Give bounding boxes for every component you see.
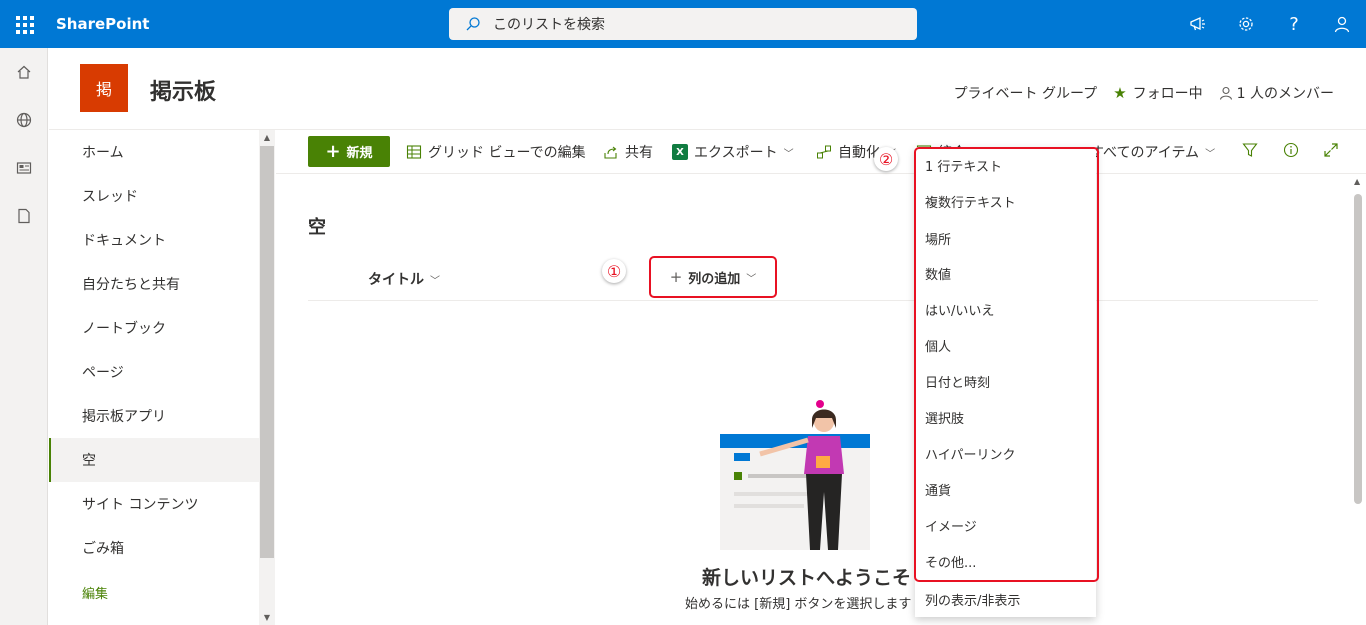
welcome-title: 新しいリストへようこそ <box>702 567 912 589</box>
brand-name[interactable]: SharePoint <box>56 15 149 33</box>
privacy-label: プライベート グループ <box>953 86 1098 102</box>
nav-item-board-app[interactable]: 掲示板アプリ <box>49 394 259 438</box>
news-icon[interactable] <box>0 144 48 192</box>
plus-icon: + <box>669 268 683 286</box>
info-icon[interactable] <box>1283 142 1299 162</box>
left-navigation: ホーム スレッド ドキュメント 自分たちと共有 ノートブック ページ 掲示板アプ… <box>49 130 259 625</box>
title-column-header[interactable]: タイトル ﹀ <box>368 269 440 289</box>
menu-item-image[interactable]: イメージ <box>925 513 977 537</box>
new-button[interactable]: + 新規 <box>308 136 390 167</box>
nav-item-shared-with-us[interactable]: 自分たちと共有 <box>49 262 259 306</box>
flow-icon <box>817 145 831 159</box>
menu-item-yes-no[interactable]: はい/いいえ <box>925 297 994 321</box>
nav-item-notebook[interactable]: ノートブック <box>49 306 259 350</box>
search-box[interactable]: このリストを検索 <box>449 8 917 40</box>
menu-item-show-hide-columns[interactable]: 列の表示/非表示 <box>925 587 1020 611</box>
excel-icon: X <box>672 144 688 160</box>
chevron-down-icon: ﹀ <box>430 275 440 287</box>
help-icon[interactable]: ? <box>1270 0 1318 48</box>
scrollbar-thumb[interactable] <box>260 146 274 558</box>
nav-item-site-contents[interactable]: サイト コンテンツ <box>49 482 259 526</box>
menu-item-date-time[interactable]: 日付と時刻 <box>925 369 990 393</box>
nav-item-documents[interactable]: ドキュメント <box>49 218 259 262</box>
document-icon[interactable] <box>0 192 48 240</box>
menu-item-currency[interactable]: 通貨 <box>925 477 951 501</box>
grid-edit-button[interactable]: グリッド ビューでの編集 <box>406 142 586 162</box>
search-input[interactable]: このリストを検索 <box>493 14 605 34</box>
chevron-down-icon: ﹀ <box>746 273 757 285</box>
chevron-down-icon: ﹀ <box>783 148 794 160</box>
members-button[interactable]: 1 人のメンバー <box>1219 83 1334 103</box>
menu-item-hyperlink[interactable]: ハイパーリンク <box>925 441 1015 465</box>
empty-list-illustration <box>720 400 870 550</box>
menu-item-single-line-text[interactable]: 1 行テキスト <box>925 153 1002 177</box>
site-title[interactable]: 掲示板 <box>150 74 216 106</box>
scroll-down-icon[interactable]: ▼ <box>263 613 271 622</box>
account-icon[interactable] <box>1318 0 1366 48</box>
nav-edit-link[interactable]: 編集 <box>49 570 259 614</box>
search-icon <box>466 17 480 31</box>
callout-one: ① <box>602 259 626 283</box>
site-header: 掲 掲示板 プライベート グループ ★ フォロー中 1 人のメンバー <box>49 48 1366 130</box>
callout-two: ② <box>874 147 898 171</box>
main-scrollbar[interactable]: ▲ <box>1350 174 1366 625</box>
star-icon: ★ <box>1113 84 1127 102</box>
nav-item-home[interactable]: ホーム <box>49 130 259 174</box>
add-column-menu: 1 行テキスト 複数行テキスト 場所 数値 はい/いいえ 個人 日付と時刻 選択… <box>915 147 1096 617</box>
menu-item-multi-line-text[interactable]: 複数行テキスト <box>925 189 1016 213</box>
menu-item-person[interactable]: 個人 <box>925 333 951 357</box>
welcome-subtitle: 始めるには [新規] ボタンを選択します <box>685 597 912 612</box>
grid-icon <box>406 145 422 159</box>
menu-item-more[interactable]: その他... <box>925 549 976 573</box>
share-icon <box>604 146 617 159</box>
plus-icon: + <box>325 140 341 162</box>
follow-label: フォロー中 <box>1132 86 1203 102</box>
follow-button[interactable]: ★ フォロー中 <box>1113 83 1202 103</box>
export-button[interactable]: X エクスポート ﹀ <box>672 142 794 162</box>
chevron-down-icon: ﹀ <box>1205 148 1216 160</box>
suite-actions: ? <box>1174 0 1366 48</box>
expand-icon[interactable] <box>1323 142 1339 162</box>
home-icon[interactable] <box>0 48 48 96</box>
globe-icon[interactable] <box>0 96 48 144</box>
gear-icon[interactable] <box>1222 0 1270 48</box>
person-icon <box>1219 86 1232 100</box>
add-column-button[interactable]: + 列の追加 ﹀ <box>649 256 777 298</box>
menu-item-location[interactable]: 場所 <box>925 226 951 250</box>
nav-scrollbar[interactable]: ▲ ▼ <box>259 130 275 625</box>
command-bar: + 新規 グリッド ビューでの編集 共有 X エクスポート ﹀ 自動化 ﹀ 統合… <box>276 130 1366 174</box>
site-logo[interactable]: 掲 <box>80 64 128 112</box>
scroll-up-icon[interactable]: ▲ <box>263 133 271 142</box>
members-label: 1 人のメンバー <box>1236 86 1334 102</box>
share-button[interactable]: 共有 <box>603 142 653 162</box>
nav-item-pages[interactable]: ページ <box>49 350 259 394</box>
scrollbar-thumb[interactable] <box>1354 194 1362 504</box>
filter-icon[interactable] <box>1242 142 1258 162</box>
nav-item-threads[interactable]: スレッド <box>49 174 259 218</box>
menu-item-number[interactable]: 数値 <box>925 261 951 285</box>
nav-item-recycle-bin[interactable]: ごみ箱 <box>49 526 259 570</box>
site-meta: プライベート グループ ★ フォロー中 1 人のメンバー <box>954 83 1334 103</box>
app-bar <box>0 48 48 625</box>
list-title: 空 <box>308 217 326 238</box>
megaphone-icon[interactable] <box>1174 0 1222 48</box>
scroll-up-icon[interactable]: ▲ <box>1354 177 1360 186</box>
column-header-row: タイトル ﹀ + 列の追加 ﹀ <box>308 256 1318 301</box>
app-launcher-icon[interactable] <box>14 14 34 34</box>
nav-item-empty[interactable]: 空 <box>49 438 259 482</box>
menu-item-choice[interactable]: 選択肢 <box>925 405 964 429</box>
suite-bar: SharePoint このリストを検索 ? <box>0 0 1366 48</box>
